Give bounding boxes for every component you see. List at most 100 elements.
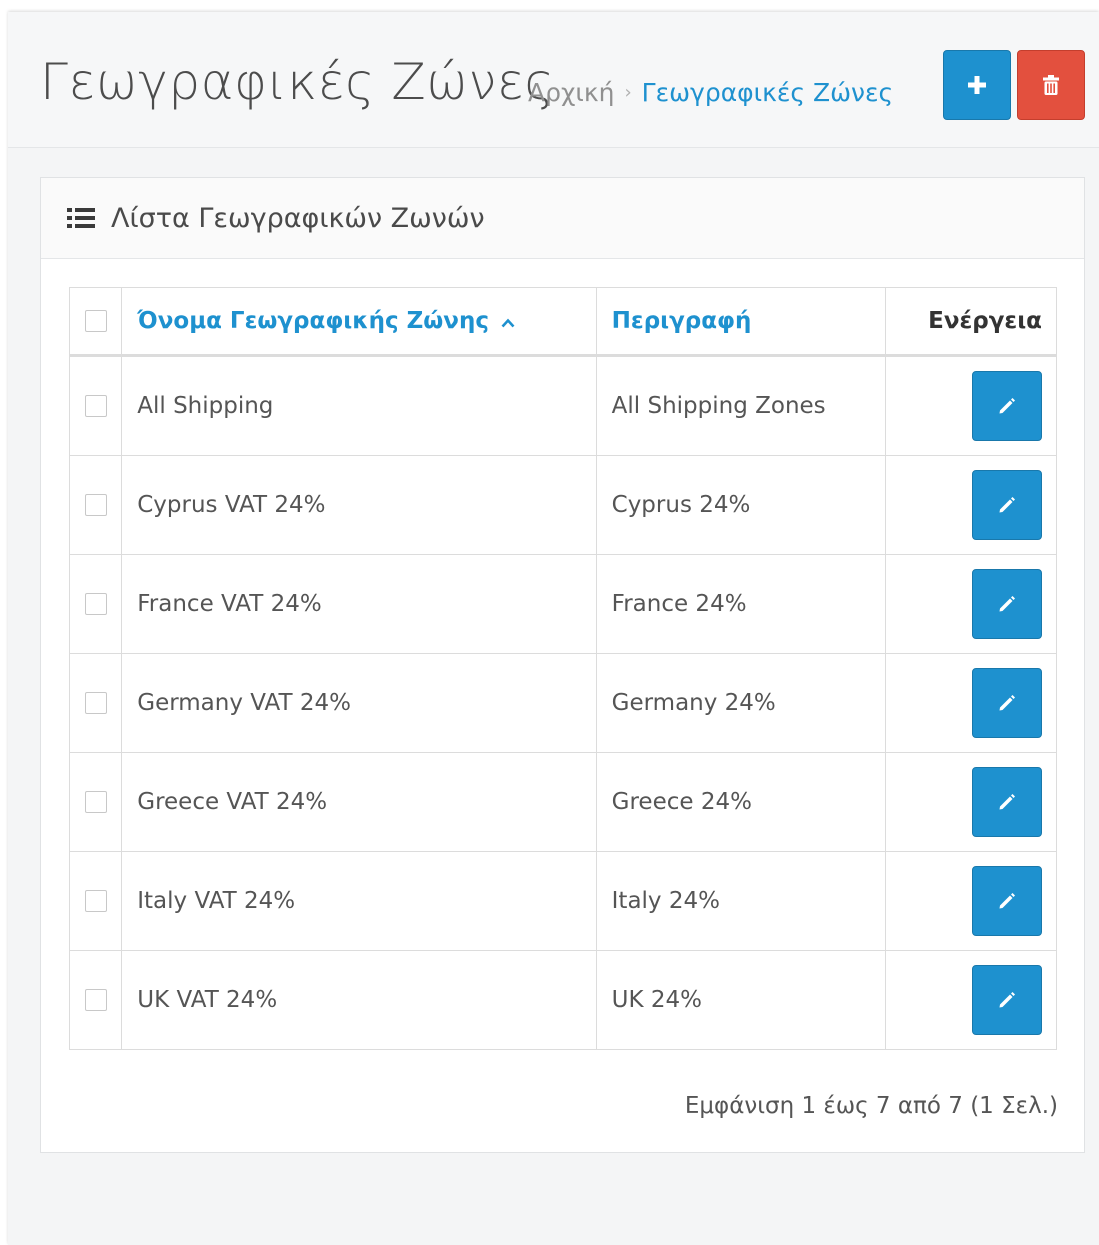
table-row: Greece VAT 24% Greece 24% [68, 752, 1057, 852]
row-select-cell [68, 851, 123, 951]
table-row: All Shipping All Shipping Zones [68, 355, 1057, 456]
pencil-icon [999, 794, 1015, 810]
breadcrumb-home-link[interactable]: Αρχική [528, 78, 614, 108]
zone-action-cell [885, 653, 1057, 753]
zone-description: Cyprus 24% [611, 492, 751, 518]
zone-description-cell: Italy 24% [595, 851, 887, 951]
zone-name: Greece VAT 24% [137, 789, 328, 815]
zones-panel: Λίστα Γεωγραφικών Ζωνών Όνομα Γεωγραφική… [40, 177, 1085, 1153]
row-checkbox[interactable] [84, 593, 107, 615]
edit-button[interactable] [972, 866, 1042, 936]
zone-action-cell [885, 950, 1057, 1050]
zone-action-cell [885, 554, 1057, 654]
zone-name: All Shipping [137, 393, 274, 419]
row-checkbox[interactable] [84, 494, 107, 516]
zone-action-cell [885, 455, 1057, 555]
add-button[interactable] [943, 50, 1011, 120]
zone-description: Italy 24% [611, 888, 720, 914]
edit-button-wrap [886, 668, 1056, 738]
zone-description: Greece 24% [611, 789, 752, 815]
table-row: Germany VAT 24% Germany 24% [68, 653, 1057, 753]
edit-button[interactable] [972, 668, 1042, 738]
zone-description: Germany 24% [611, 690, 776, 716]
table-row: Cyprus VAT 24% Cyprus 24% [68, 455, 1057, 555]
zone-name: Italy VAT 24% [137, 888, 296, 914]
zone-description: All Shipping Zones [611, 393, 826, 419]
column-name-label: Όνομα Γεωγραφικής Ζώνης [137, 308, 489, 334]
edit-button[interactable] [972, 371, 1042, 441]
pagination-summary: Εμφάνιση 1 έως 7 από 7 (1 Σελ.) [684, 1093, 1058, 1119]
zone-name-cell: Italy VAT 24% [121, 851, 597, 951]
zones-table: Όνομα Γεωγραφικής Ζώνης Περιγραφή Ενέργε… [68, 287, 1057, 1050]
row-select-cell [68, 950, 123, 1050]
breadcrumb-separator: › [624, 82, 632, 103]
zone-name: UK VAT 24% [137, 987, 278, 1013]
list-icon [67, 207, 95, 229]
edit-button-wrap [886, 371, 1056, 441]
edit-button[interactable] [972, 470, 1042, 540]
select-all-cell [68, 287, 123, 357]
edit-button[interactable] [972, 569, 1042, 639]
row-select-cell [68, 653, 123, 753]
zone-description-cell: UK 24% [595, 950, 887, 1050]
table-header-row: Όνομα Γεωγραφικής Ζώνης Περιγραφή Ενέργε… [68, 287, 1057, 357]
row-select-cell [68, 752, 123, 852]
zone-name-cell: UK VAT 24% [121, 950, 597, 1050]
edit-button-wrap [886, 470, 1056, 540]
row-checkbox[interactable] [84, 890, 107, 912]
pencil-icon [999, 596, 1015, 612]
select-all-checkbox[interactable] [84, 310, 107, 332]
pencil-icon [999, 695, 1015, 711]
caret-up-icon [501, 318, 515, 328]
edit-button[interactable] [972, 965, 1042, 1035]
trash-icon [1043, 75, 1059, 95]
delete-button[interactable] [1017, 50, 1085, 120]
pencil-icon [999, 497, 1015, 513]
table-row: Italy VAT 24% Italy 24% [68, 851, 1057, 951]
row-select-cell [68, 455, 123, 555]
zone-action-cell [885, 851, 1057, 951]
row-select-cell [68, 355, 123, 456]
zone-description-cell: Cyprus 24% [595, 455, 887, 555]
breadcrumb: Αρχική › Γεωγραφικές Ζώνες [528, 78, 893, 108]
zone-name: France VAT 24% [137, 591, 322, 617]
page-header: Γεωγραφικές Ζώνες Αρχική › Γεωγραφικές Ζ… [8, 12, 1099, 148]
zone-description: UK 24% [611, 987, 702, 1013]
column-header-name[interactable]: Όνομα Γεωγραφικής Ζώνης [121, 287, 597, 357]
sort-by-name-link[interactable]: Όνομα Γεωγραφικής Ζώνης [122, 308, 515, 334]
zone-name-cell: Greece VAT 24% [121, 752, 597, 852]
zone-action-cell [885, 752, 1057, 852]
edit-button-wrap [886, 767, 1056, 837]
zone-name: Germany VAT 24% [137, 690, 351, 716]
breadcrumb-current-link[interactable]: Γεωγραφικές Ζώνες [642, 78, 894, 108]
sort-by-description-link[interactable]: Περιγραφή [597, 308, 752, 334]
row-select-cell [68, 554, 123, 654]
edit-button-wrap [886, 569, 1056, 639]
plus-icon [968, 76, 986, 94]
table-row: France VAT 24% France 24% [68, 554, 1057, 654]
page: Γεωγραφικές Ζώνες Αρχική › Γεωγραφικές Ζ… [8, 12, 1099, 1245]
zone-description-cell: Greece 24% [595, 752, 887, 852]
edit-button-wrap [886, 866, 1056, 936]
edit-button-wrap [886, 965, 1056, 1035]
row-checkbox[interactable] [84, 989, 107, 1011]
zone-description-cell: Germany 24% [595, 653, 887, 753]
zone-name: Cyprus VAT 24% [137, 492, 326, 518]
edit-button[interactable] [972, 767, 1042, 837]
column-header-description[interactable]: Περιγραφή [595, 287, 887, 357]
zone-name-cell: France VAT 24% [121, 554, 597, 654]
zone-name-cell: All Shipping [121, 355, 597, 456]
pencil-icon [999, 893, 1015, 909]
zone-name-cell: Cyprus VAT 24% [121, 455, 597, 555]
panel-heading: Λίστα Γεωγραφικών Ζωνών [41, 178, 1084, 259]
row-checkbox[interactable] [84, 791, 107, 813]
pencil-icon [999, 992, 1015, 1008]
zone-action-cell [885, 355, 1057, 456]
row-checkbox[interactable] [84, 395, 107, 417]
column-header-action: Ενέργεια [885, 287, 1057, 357]
zone-description-cell: All Shipping Zones [595, 355, 887, 456]
row-checkbox[interactable] [84, 692, 107, 714]
pencil-icon [999, 398, 1015, 414]
zone-description-cell: France 24% [595, 554, 887, 654]
table-row: UK VAT 24% UK 24% [68, 950, 1057, 1050]
